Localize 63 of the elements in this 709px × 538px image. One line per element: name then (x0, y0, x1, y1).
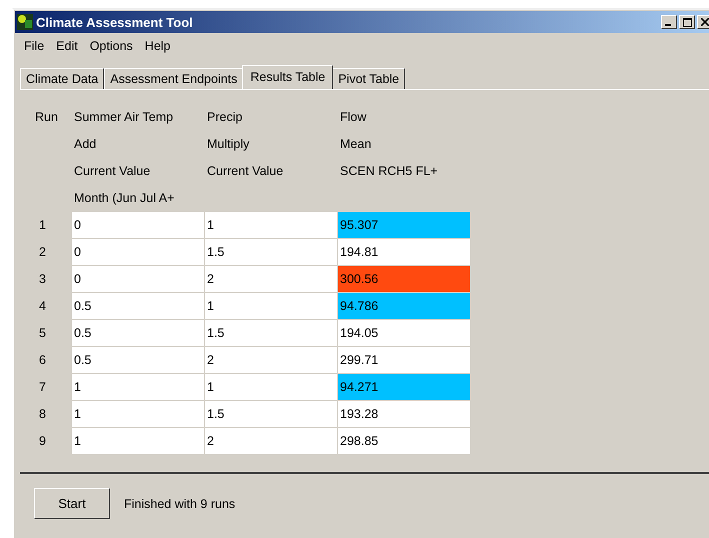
maximize-button[interactable] (679, 15, 695, 29)
table-cell: 300.56 (338, 266, 471, 293)
row-number: 2 (38, 244, 47, 261)
table-cell: 0 (72, 266, 205, 293)
maximize-icon (682, 18, 692, 26)
minimize-button[interactable] (661, 15, 677, 29)
window-title: Climate Assessment Tool (36, 14, 194, 30)
table-cell: 2 (205, 347, 338, 374)
table-cell: 194.05 (338, 320, 471, 347)
row-number: 3 (38, 271, 47, 288)
column-header: Run (34, 109, 59, 126)
row-number: 6 (38, 352, 47, 369)
table-cell: 0 (72, 239, 205, 266)
table-cell: 193.28 (338, 401, 471, 428)
table-cell: 0.5 (72, 320, 205, 347)
column-header: Precip (206, 109, 244, 126)
menu-item[interactable]: Edit (50, 39, 84, 53)
row-number: 4 (38, 298, 47, 315)
table-cell: 299.71 (338, 347, 471, 374)
table-cell: 2 (205, 266, 338, 293)
table-cell: 1.5 (205, 401, 338, 428)
column-header: Add (73, 136, 98, 153)
table-cell: 0 (72, 212, 205, 239)
table-cell: 1.5 (205, 239, 338, 266)
column-header: SCEN RCH5 FL+ (339, 163, 439, 180)
table-cell: 1 (72, 374, 205, 401)
column-header: Month (Jun Jul A+ (73, 190, 176, 207)
row-number: 8 (38, 406, 47, 423)
row-number: 9 (38, 433, 47, 450)
menu-item[interactable]: Options (84, 39, 139, 53)
table-cell: 1.5 (205, 320, 338, 347)
table-cell: 1 (205, 374, 338, 401)
column-header: Current Value (73, 163, 152, 180)
table-cell: 94.271 (338, 374, 471, 401)
table-cell: 0.5 (72, 293, 205, 320)
table-cell: 1 (72, 401, 205, 428)
table-cell: 298.85 (338, 428, 471, 455)
column-header: Summer Air Temp (73, 109, 174, 126)
table-cell: 194.81 (338, 239, 471, 266)
column-header: Flow (339, 109, 368, 126)
close-icon (701, 18, 709, 26)
status-text: Finished with 9 runs (124, 496, 236, 510)
table-cell: 95.307 (338, 212, 471, 239)
table-cell: 1 (205, 212, 338, 239)
table-cell: 94.786 (338, 293, 471, 320)
column-header: Multiply (206, 136, 250, 153)
table-cell: 2 (205, 428, 338, 455)
row-number: 7 (38, 379, 47, 396)
tab[interactable]: Climate Data (20, 68, 104, 89)
start-button[interactable]: Start (34, 488, 110, 519)
menu-item[interactable]: Help (138, 39, 177, 53)
table-cell: 1 (205, 293, 338, 320)
app-icon (17, 14, 33, 30)
column-header: Current Value (206, 163, 284, 180)
tab[interactable]: Pivot Table (332, 68, 406, 89)
row-number: 1 (38, 217, 47, 234)
close-button[interactable] (697, 15, 709, 29)
column-header: Mean (339, 136, 372, 153)
table-cell: 0.5 (72, 347, 205, 374)
tab[interactable]: Results Table (242, 65, 334, 89)
menu-item[interactable]: File (18, 39, 50, 53)
row-number: 5 (38, 325, 47, 342)
table-cell: 1 (72, 428, 205, 455)
